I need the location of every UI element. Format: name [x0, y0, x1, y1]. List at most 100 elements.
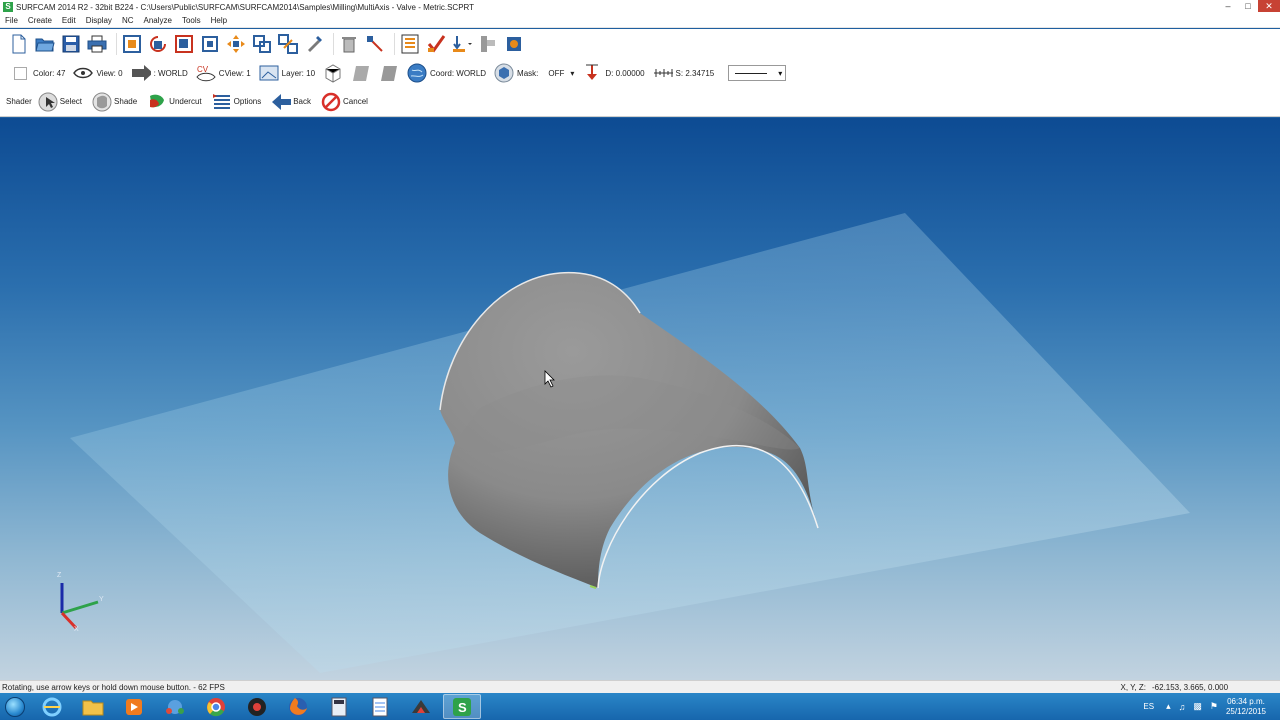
cad-app-icon[interactable] [402, 694, 440, 719]
select-button[interactable]: Select [38, 92, 82, 112]
flag-icon[interactable]: ⚑ [1210, 701, 1218, 712]
menu-analyze[interactable]: Analyze [139, 16, 177, 25]
network-tray-icon[interactable]: ▩ [1193, 701, 1202, 712]
close-button[interactable]: ✕ [1258, 0, 1280, 12]
color-selector[interactable]: Color: 47 [10, 63, 65, 83]
chrome-icon[interactable] [197, 694, 235, 719]
cancel-button[interactable]: Cancel [321, 92, 368, 112]
media-player-icon[interactable] [115, 694, 153, 719]
wireframe-icon[interactable] [323, 63, 343, 83]
depth-label: D: 0.00000 [605, 68, 645, 78]
undercut-icon [147, 92, 167, 112]
parameters-toolbar: Color: 47 View: 0 : WORLD CV CView: 1 La… [0, 59, 1280, 87]
step-field[interactable]: S: 2.34715 [653, 63, 715, 83]
axis-z-label: Z [57, 572, 62, 579]
cplane-selector[interactable]: : WORLD [131, 63, 188, 83]
volume-icon[interactable]: ♫ [1179, 702, 1186, 712]
clock[interactable]: 06:34 p.m. 25/12/2015 [1226, 697, 1266, 717]
surfcam-app-icon[interactable]: S [3, 2, 13, 12]
select-label: Select [59, 97, 83, 106]
delete-icon[interactable] [338, 33, 360, 55]
brush-icon[interactable] [303, 33, 325, 55]
redraw-icon[interactable] [251, 33, 273, 55]
surfcam-taskbar-icon[interactable]: S [443, 694, 481, 719]
graphics-viewport[interactable]: Z Y X [0, 118, 1280, 680]
color-swatch [13, 66, 27, 80]
clock-date: 25/12/2015 [1225, 706, 1266, 716]
save-icon[interactable] [60, 33, 82, 55]
toolbar-separator [333, 33, 334, 55]
arrow-right-icon [131, 63, 151, 83]
step-label: S: 2.34715 [675, 68, 715, 78]
eye-icon [73, 63, 94, 83]
clock-time: 06:34 p.m. [1227, 696, 1265, 706]
start-button[interactable] [0, 693, 30, 720]
view-selector[interactable]: View: 0 [73, 63, 123, 83]
ruler-icon [653, 63, 673, 83]
print-icon[interactable] [86, 33, 108, 55]
explorer-folder-icon[interactable] [74, 694, 112, 719]
layer-selector[interactable]: Layer: 10 [259, 63, 315, 83]
menu-file[interactable]: File [0, 16, 23, 25]
minimize-button[interactable]: – [1218, 0, 1238, 12]
back-label: Back [293, 97, 312, 106]
maximize-button[interactable]: □ [1238, 0, 1258, 12]
coords-label: X, Y, Z: [1120, 682, 1147, 692]
language-indicator[interactable]: ES [1143, 702, 1154, 711]
rotate-view-icon[interactable] [147, 33, 169, 55]
zoom-out-icon[interactable] [199, 33, 221, 55]
verify-icon[interactable] [425, 33, 447, 55]
settings-icon[interactable] [503, 33, 525, 55]
ie-icon[interactable] [33, 694, 71, 719]
menu-help[interactable]: Help [206, 16, 232, 25]
view-label: View: 0 [96, 68, 123, 78]
layer-icon [259, 63, 279, 83]
zoom-fit-icon[interactable] [121, 33, 143, 55]
toolbar-separator [116, 33, 117, 55]
menu-edit[interactable]: Edit [57, 16, 81, 25]
options-button[interactable]: Options [212, 92, 261, 112]
shade-button[interactable]: Shade [92, 92, 137, 112]
transform-icon[interactable] [364, 33, 386, 55]
zoom-window-icon[interactable] [173, 33, 195, 55]
mask-value: OFF [548, 68, 565, 78]
menu-nc[interactable]: NC [117, 16, 139, 25]
shaded-icon[interactable] [379, 63, 399, 83]
system-tray: ES ▴ ♫ ▩ ⚑ 06:34 p.m. 25/12/2015 [1143, 693, 1280, 720]
chevron-down-icon: ▾ [570, 68, 575, 78]
shader-toolbar: Shader Select Shade Undercut Options Bac… [0, 87, 1280, 117]
calculator-icon[interactable] [320, 694, 358, 719]
pan-icon[interactable] [225, 33, 247, 55]
notepad-icon[interactable] [361, 694, 399, 719]
tool-dropdown-icon[interactable] [451, 33, 473, 55]
new-file-icon[interactable] [8, 33, 30, 55]
coord-selector[interactable]: Coord: WORLD [407, 63, 486, 83]
svg-text:S: S [458, 700, 467, 715]
open-folder-icon[interactable] [34, 33, 56, 55]
machine-icon[interactable] [477, 33, 499, 55]
layer-label: Layer: 10 [281, 68, 316, 78]
menu-display[interactable]: Display [81, 16, 117, 25]
edit-list-icon[interactable] [399, 33, 421, 55]
axis-x-label: X [74, 626, 79, 633]
cview-selector[interactable]: CV CView: 1 [196, 63, 251, 83]
firefox-icon[interactable] [279, 694, 317, 719]
view-all-icon[interactable] [277, 33, 299, 55]
globe-icon [407, 63, 427, 83]
cancel-icon [321, 92, 341, 112]
menu-create[interactable]: Create [23, 16, 57, 25]
line-style-dropdown[interactable]: ▾ [728, 65, 787, 81]
app-gear-icon[interactable] [238, 694, 276, 719]
cview-icon: CV [196, 63, 216, 83]
undercut-button[interactable]: Undercut [147, 92, 202, 112]
back-button[interactable]: Back [271, 92, 311, 112]
network-icon[interactable] [156, 694, 194, 719]
display-mode-buttons [323, 63, 399, 83]
main-toolbar [0, 29, 1280, 59]
mask-selector[interactable]: Mask: OFF ▾ [494, 63, 574, 83]
shader-title: Shader [6, 97, 32, 106]
menu-tools[interactable]: Tools [177, 16, 206, 25]
depth-field[interactable]: D: 0.00000 [582, 63, 645, 83]
solid-icon[interactable] [351, 63, 371, 83]
chevron-up-icon[interactable]: ▴ [1166, 701, 1171, 712]
